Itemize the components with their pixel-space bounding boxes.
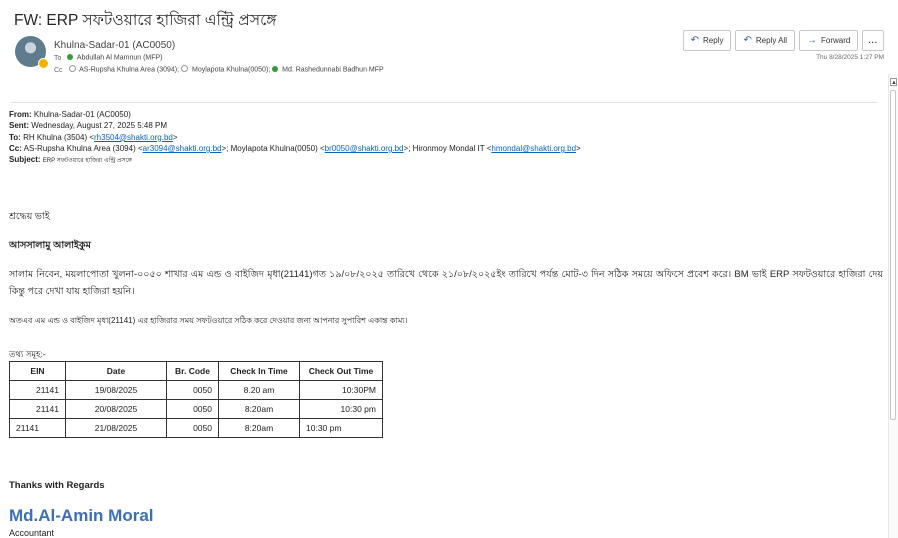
- reply-all-button[interactable]: ↶ Reply All: [735, 30, 795, 51]
- forwarded-header: From: Khulna-Sadar-01 (AC0050) Sent: Wed…: [9, 109, 581, 167]
- reply-all-label: Reply All: [755, 36, 787, 45]
- table-row: 21141 19/08/2025 0050 8.20 am 10:30PM: [9, 380, 383, 400]
- closing-text: Thanks with Regards: [9, 480, 105, 491]
- greeting-text: শ্রদ্ধেয় ভাই: [9, 211, 50, 222]
- table-cell: 21141: [9, 380, 66, 400]
- reply-all-icon: ↶: [743, 35, 752, 46]
- sender-name[interactable]: Khulna-Sadar-01 (AC0050): [54, 40, 175, 51]
- reply-button[interactable]: ↶ Reply: [682, 30, 732, 51]
- table-cell: 10:30PM: [299, 380, 383, 400]
- signature-role: Accountant: [9, 528, 55, 538]
- more-actions-button[interactable]: ...: [862, 30, 884, 51]
- column-header: Check Out Time: [299, 361, 383, 381]
- salam-text: আসসালামু আলাইকুম: [9, 240, 91, 251]
- table-row: 21141 20/08/2025 0050 8:20am 10:30 pm: [9, 399, 383, 419]
- email-link[interactable]: rh3504@shakti.org.bd: [94, 133, 173, 142]
- header-divider: [10, 102, 878, 103]
- cc-recipient[interactable]: AS-Rupsha Khulna Area (3094);: [79, 67, 179, 74]
- table-cell: 0050: [166, 399, 219, 419]
- body-paragraph: সালাম নিবেন, ময়লাপোতা খুলনা-০০৫০ শাখার …: [9, 269, 883, 297]
- body-paragraph: অতএব এম এন্ড ও বাইজিদ মৃধা(21141) এর হাজ…: [9, 316, 408, 325]
- table-header-row: EIN Date Br. Code Check In Time Check Ou…: [9, 361, 383, 381]
- received-timestamp: Thu 8/28/2025 1:27 PM: [816, 54, 884, 61]
- forward-button[interactable]: → Forward: [798, 30, 859, 51]
- cc-recipient[interactable]: Md. Rashedunnabi Badhun MFP: [282, 67, 384, 74]
- chevron-up-icon[interactable]: ▲: [890, 78, 897, 86]
- table-cell: 10:30 pm: [299, 418, 383, 438]
- reply-label: Reply: [703, 36, 724, 45]
- column-header: Date: [65, 361, 167, 381]
- table-cell: 0050: [166, 380, 219, 400]
- forward-icon: →: [806, 35, 817, 46]
- column-header: EIN: [9, 361, 66, 381]
- table-cell: 0050: [166, 418, 219, 438]
- cc-recipients: Cc AS-Rupsha Khulna Area (3094); Moylapo…: [54, 65, 384, 74]
- table-cell: 21141: [9, 418, 66, 438]
- to-recipient[interactable]: Abdullah Al Mamnun (MFP): [77, 55, 163, 62]
- attendance-table: EIN Date Br. Code Check In Time Check Ou…: [9, 361, 383, 438]
- table-cell: 8:20am: [218, 418, 300, 438]
- column-header: Check In Time: [218, 361, 300, 381]
- presence-available-icon: [67, 54, 74, 60]
- forwarded-cc: Cc: AS-Rupsha Khulna Area (3094) <ar3094…: [9, 143, 581, 153]
- cc-recipient[interactable]: Moylapota Khulna(0050);: [192, 67, 270, 74]
- info-heading: তথ্য সমূহ:-: [9, 349, 46, 359]
- signature-name: Md.Al-Amin Moral: [9, 506, 154, 525]
- to-label: To: [54, 54, 62, 62]
- scrollbar-thumb[interactable]: [890, 90, 896, 420]
- table-cell: 21141: [9, 399, 66, 419]
- presence-available-icon: [272, 66, 279, 72]
- table-cell: 8:20am: [218, 399, 300, 419]
- email-link[interactable]: ar3094@shakti.org.bd: [143, 144, 222, 153]
- presence-unknown-icon: [181, 65, 189, 72]
- table-cell: 8.20 am: [218, 380, 300, 400]
- column-header: Br. Code: [166, 361, 219, 381]
- email-subject: FW: ERP সফটওয়ারে হাজিরা এন্ট্রি প্রসঙ্গ…: [14, 12, 277, 29]
- cc-label: Cc: [54, 66, 63, 74]
- more-icon: ...: [868, 36, 878, 45]
- forwarded-from: From: Khulna-Sadar-01 (AC0050): [9, 110, 131, 119]
- table-row: 21141 21/08/2025 0050 8:20am 10:30 pm: [9, 418, 383, 438]
- forwarded-to: To: RH Khulna (3504) <rh3504@shakti.org.…: [9, 132, 178, 142]
- email-link[interactable]: hmondal@shakti.org.bd: [491, 144, 576, 153]
- forward-label: Forward: [820, 36, 851, 45]
- presence-unknown-icon: [68, 65, 76, 72]
- message-actions: ↶ Reply ↶ Reply All → Forward ...: [682, 30, 884, 51]
- forwarded-subject: Subject: ERP সফটওয়ারে হাজিরা এন্ট্রি প্…: [9, 155, 132, 165]
- table-cell: 19/08/2025: [65, 380, 167, 400]
- presence-away-icon: [38, 58, 49, 69]
- table-cell: 20/08/2025: [65, 399, 167, 419]
- to-recipients: To Abdullah Al Mamnun (MFP): [54, 54, 163, 62]
- table-cell: 10:30 pm: [299, 399, 383, 419]
- forwarded-sent: Sent: Wednesday, August 27, 2025 5:48 PM: [9, 121, 168, 131]
- vertical-scrollbar[interactable]: ▲: [888, 74, 898, 538]
- table-cell: 21/08/2025: [65, 418, 167, 438]
- reply-icon: ↶: [690, 35, 700, 46]
- email-link[interactable]: br0050@shakti.org.bd: [325, 144, 404, 153]
- sender-avatar[interactable]: [15, 36, 49, 69]
